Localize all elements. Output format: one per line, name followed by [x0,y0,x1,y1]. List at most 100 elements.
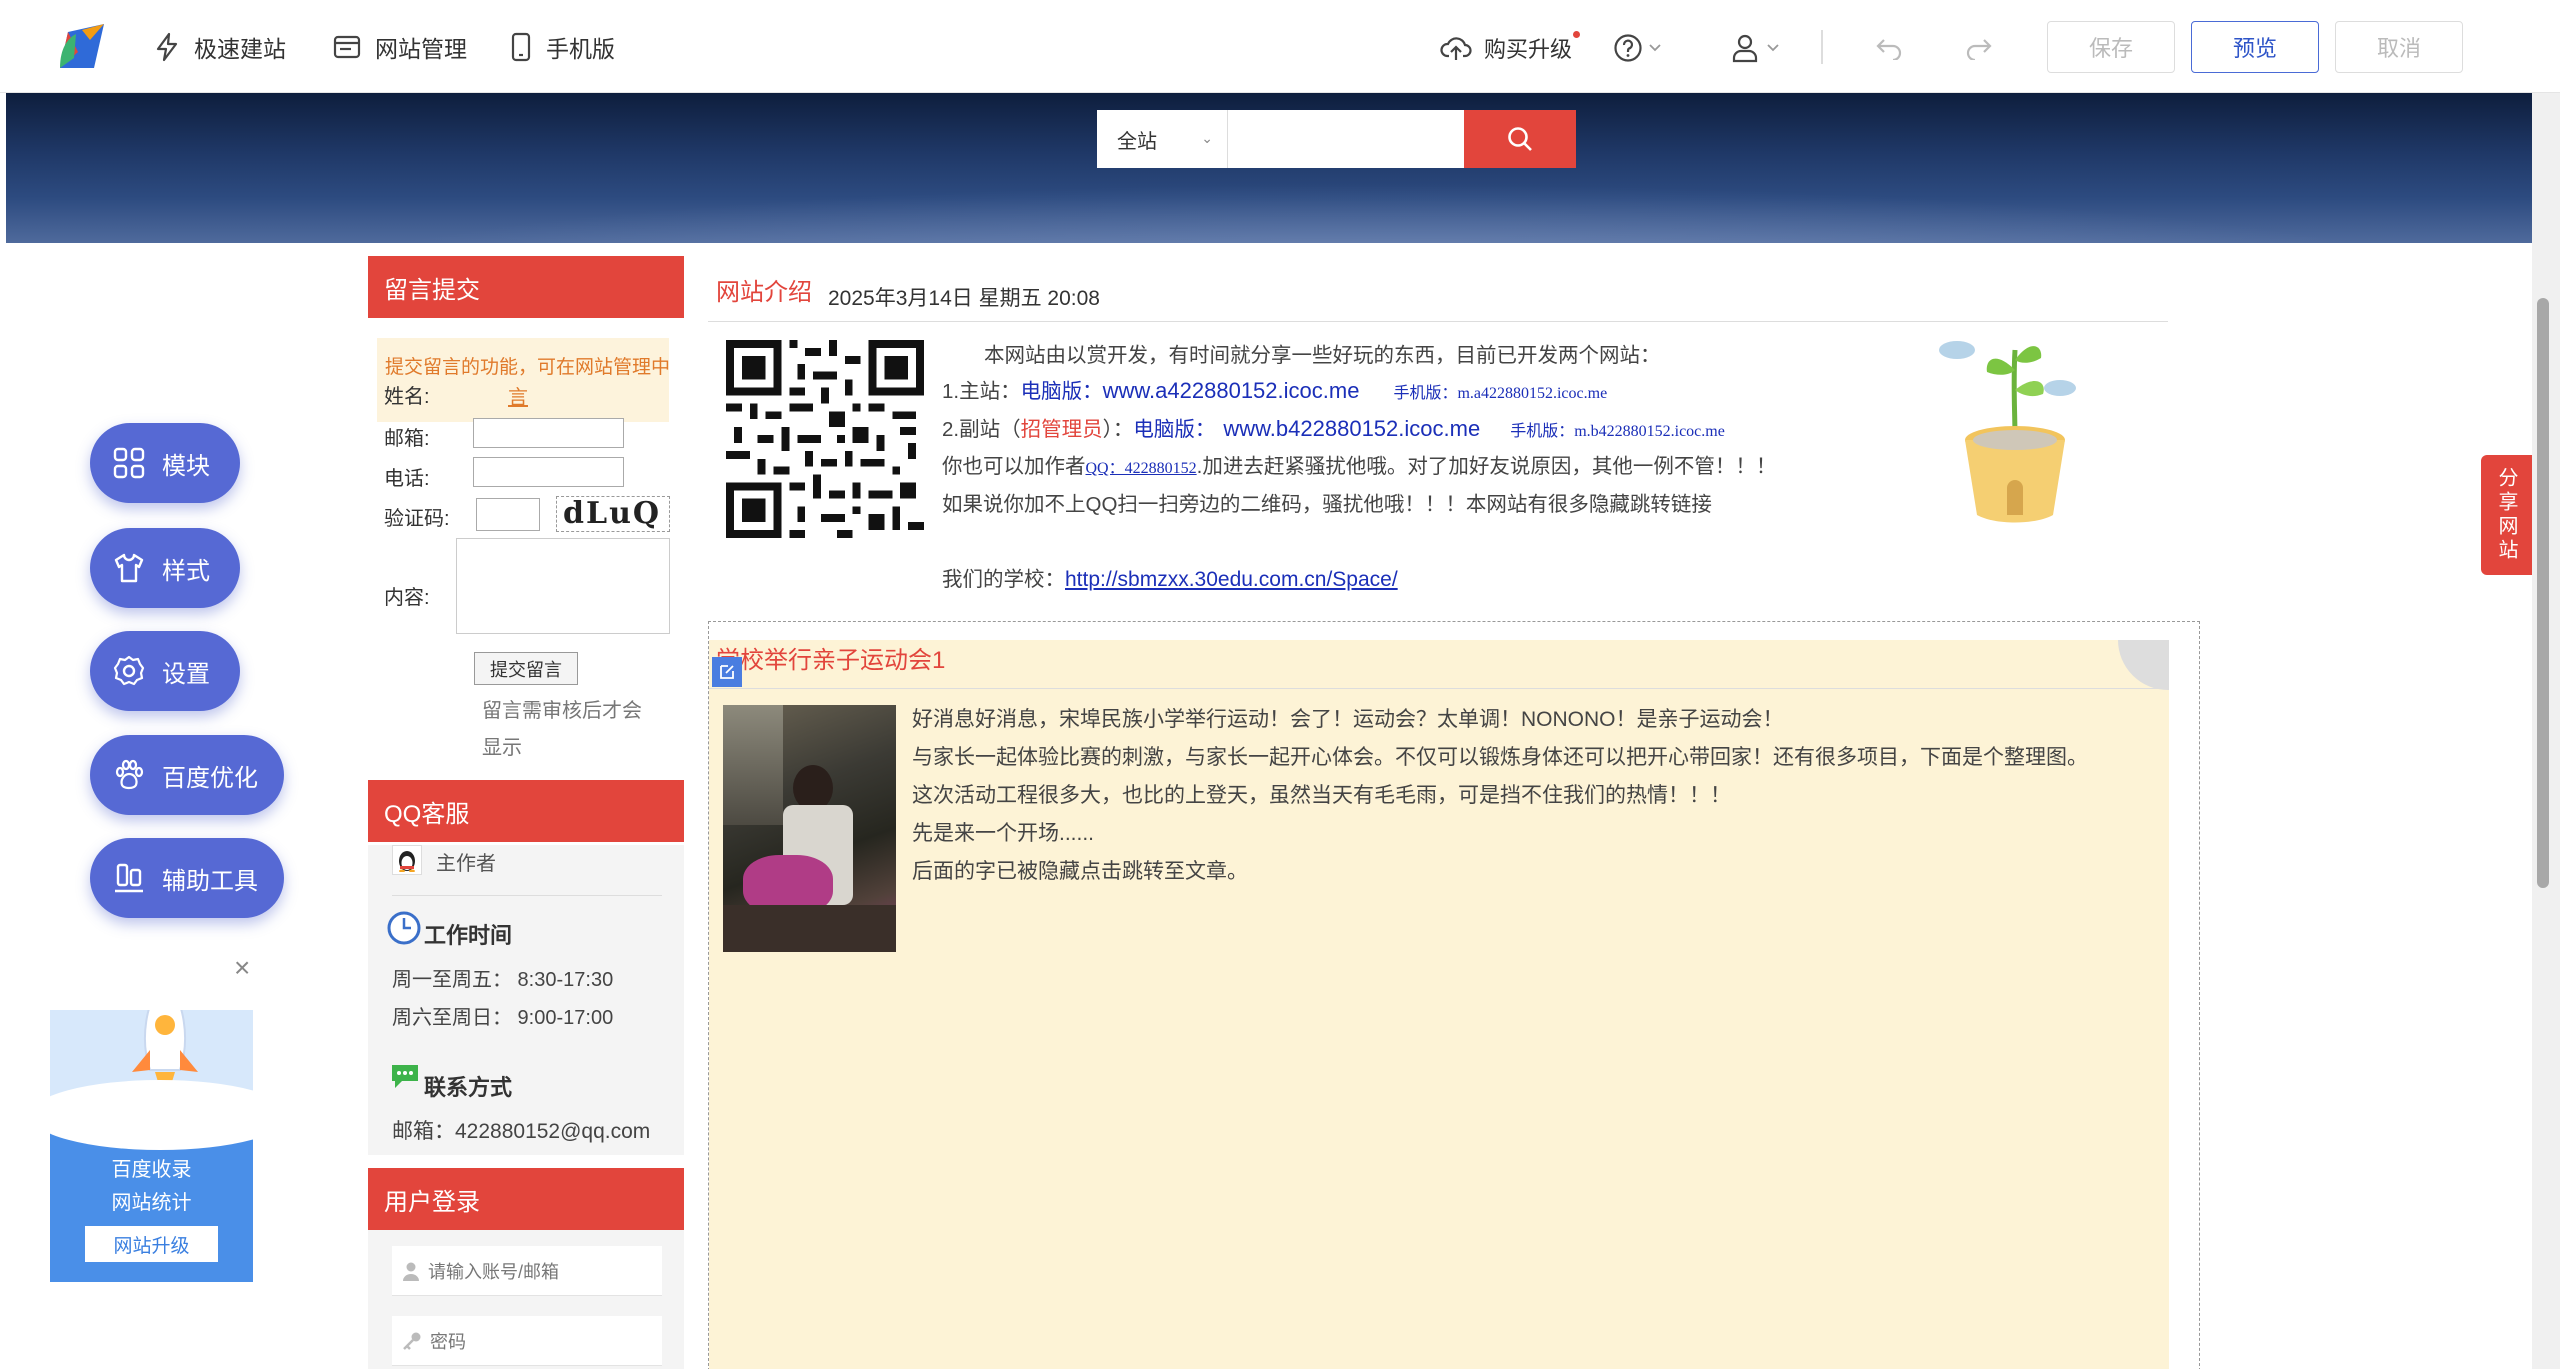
article-photo[interactable] [723,705,896,952]
promo-item-domain: 网址域名 [111,1126,192,1148]
qq-penguin-icon [392,845,422,875]
notification-dot [1573,31,1581,38]
main-site-mobile-link[interactable]: 手机版：m.a422880152.icoc.me [1393,385,1607,402]
search-icon [1508,127,1532,151]
fab-tools[interactable]: 辅助工具 [90,838,284,918]
cancel-button[interactable]: 取消 [2335,21,2463,73]
preview-button[interactable]: 预览 [2191,21,2319,73]
captcha-field[interactable] [476,498,540,531]
article-line-3: 这次活动工程很多大，也比的上登天，虽然当天有毛毛雨，可是挡不住我们的热情！！！ [912,784,1731,807]
sub-site-link[interactable]: www.b422880152.icoc.me [1223,416,1480,441]
fab-baidu-seo[interactable]: 百度优化 [90,735,284,815]
email-field[interactable] [473,418,624,448]
contact-title: 联系方式 [424,1075,513,1100]
main-site-link[interactable]: www.a422880152.icoc.me [1103,378,1360,403]
author-qq-link[interactable]: QQ：422880152 [1086,460,1197,477]
chevron-down-icon [1767,44,1779,52]
qq-service-title: QQ客服 [368,780,684,842]
review-hint-line2: 显示 [482,737,522,759]
nav-site-manage[interactable]: 网站管理 [333,0,467,93]
qr-code-image [724,340,926,538]
password-field[interactable]: 密码 [392,1316,662,1366]
user-icon [1732,34,1758,63]
lightning-icon [156,32,178,61]
edit-module-button[interactable] [712,657,742,687]
paw-icon [115,759,144,790]
intro-pc-label: 电脑版： [1020,380,1103,403]
submit-message-button[interactable]: 提交留言 [474,652,578,685]
notice-link[interactable]: 言 [508,381,528,410]
potted-plant-image [1939,341,2076,523]
nav-site-manage-label: 网站管理 [375,35,467,62]
intro-admin-link[interactable]: 招管理员 [1021,418,1103,441]
message-form-title: 留言提交 [368,256,684,318]
fab-styles[interactable]: 样式 [90,528,240,608]
upgrade-button[interactable]: 购买升级 [1440,28,1581,68]
intro-line-3: 2.副站（招管理员）：电脑版： www.b422880152.icoc.me 手机版… [942,412,1725,442]
article-title[interactable]: 学校举行亲子运动会1 [716,640,945,675]
work-time-weekday: 周一至周五： 8:30-17:30 [392,969,614,991]
chevron-down-icon: ⌄ [1201,130,1213,146]
intro-pc-label-2: 电脑版： [1133,418,1216,441]
save-button[interactable]: 保存 [2047,21,2175,73]
article-line-4: 先是来一个开场...... [912,822,1095,845]
account-placeholder: 请输入账号/邮箱 [428,1261,560,1282]
intro-divider [708,321,2168,322]
intro-sub-site-close: ）： [1102,418,1134,441]
promo-upgrade-button[interactable]: 网站升级 [85,1226,218,1262]
scrollbar-thumb[interactable] [2537,298,2549,888]
nav-mobile[interactable]: 手机版 [510,0,615,93]
clock-icon [387,911,421,945]
intro-line-4: 你也可以加作者QQ：422880152.加进去赶紧骚扰他哦。对了加好友说原因，其… [942,449,1776,479]
article-top-edge [708,621,2200,622]
help-menu[interactable] [1613,28,1661,68]
school-label: 我们的学校： [942,568,1065,591]
fab-modules[interactable]: 模块 [90,423,240,503]
fab-settings-label: 设置 [162,660,210,688]
qq-service-panel [368,845,684,1155]
promo-close-icon[interactable]: × [234,952,250,984]
undo-button[interactable] [1875,28,1903,68]
password-placeholder: 密码 [430,1331,466,1352]
tshirt-icon [114,553,144,583]
search-input[interactable] [1228,110,1464,168]
nav-mobile-label: 手机版 [546,35,615,62]
browser-window-icon [333,35,361,58]
work-time-weekend: 周六至周日： 9:00-17:00 [392,1007,614,1029]
intro-sub-site-label: 2.副站（ [942,418,1021,441]
chat-bubble-icon [392,1065,418,1088]
chevron-down-icon [1649,44,1661,52]
sub-site-mobile-link[interactable]: 手机版：m.b422880152.icoc.me [1510,423,1725,440]
captcha-image[interactable]: dLuQ [556,496,670,532]
site-logo-icon[interactable] [54,18,110,74]
cloud-upload-icon [1440,37,1472,60]
fab-tools-label: 辅助工具 [162,867,258,895]
name-label: 姓名: [384,386,430,408]
intro-qq-prefix: 你也可以加作者 [942,455,1086,478]
help-circle-icon [1614,34,1642,62]
share-site-tab[interactable]: 分享网站 [2481,455,2532,575]
school-link[interactable]: http://sbmzxx.30edu.com.cn/Space/ [1065,568,1398,591]
nav-quick-build-label: 极速建站 [194,35,286,62]
qq-contact-name[interactable]: 主作者 [436,847,496,876]
fab-styles-label: 样式 [162,557,210,585]
intro-line-1: 本网站由以赏开发，有时间就分享一些好玩的东西，目前已开发两个网站： [984,344,1661,367]
photo-window [723,705,783,825]
search-scope-select[interactable]: 全站 ⌄ [1097,110,1228,168]
toolbar-divider [1821,30,1823,64]
phone-field[interactable] [473,457,624,487]
redo-button[interactable] [1965,28,1993,68]
review-hint-line1: 留言需审核后才会 [482,700,642,722]
search-button[interactable] [1464,110,1576,168]
nav-quick-build[interactable]: 极速建站 [154,0,286,93]
account-menu[interactable] [1731,28,1779,68]
photo-desk [723,905,896,952]
email-label: 邮箱: [384,428,430,450]
content-textarea[interactable] [456,538,670,634]
account-field[interactable]: 请输入账号/邮箱 [392,1246,662,1296]
fab-settings[interactable]: 设置 [90,631,240,711]
qq-divider [392,895,662,896]
work-time-title: 工作时间 [424,923,513,948]
intro-school-line: 我们的学校：http://sbmzxx.30edu.com.cn/Space/ [942,562,1398,592]
mobile-phone-icon [511,32,531,61]
